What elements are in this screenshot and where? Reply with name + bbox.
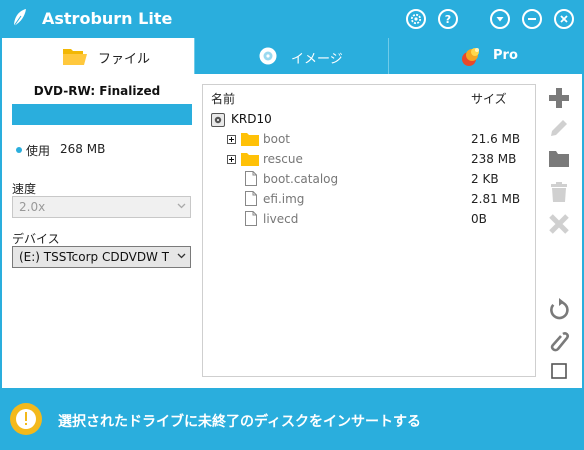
used-label: 使用 xyxy=(26,144,51,158)
title-bar: Astroburn Lite ? xyxy=(0,0,584,38)
expand-icon[interactable] xyxy=(227,135,236,144)
close-button[interactable] xyxy=(554,9,574,29)
folder-icon xyxy=(241,133,259,146)
file-icon xyxy=(245,211,257,226)
device-select[interactable]: (E:) TSSTcorp CDDVDW TS-U633J xyxy=(12,246,191,268)
file-icon xyxy=(245,191,257,206)
checkbox-icon[interactable] xyxy=(547,359,571,383)
item-size: 0B xyxy=(471,212,487,226)
folder-icon xyxy=(241,153,259,166)
app-window: Astroburn Lite ? ファイル イメージ Pro DVD-RW: F… xyxy=(0,0,584,450)
refresh-icon[interactable] xyxy=(547,298,571,322)
list-item[interactable]: boot.catalog 2 KB xyxy=(203,169,535,189)
delete-icon[interactable] xyxy=(547,180,571,204)
list-item[interactable]: rescue 238 MB xyxy=(203,149,535,169)
drive-icon xyxy=(211,113,225,127)
column-header-size[interactable]: サイズ xyxy=(471,90,507,107)
item-size: 2 KB xyxy=(471,172,499,186)
tab-bar: ファイル イメージ Pro xyxy=(2,38,582,74)
minimize-icon xyxy=(528,18,536,20)
item-size: 2.81 MB xyxy=(471,192,521,206)
root-name: KRD10 xyxy=(231,112,272,126)
tab-files-label: ファイル xyxy=(98,52,151,67)
new-folder-icon[interactable] xyxy=(547,147,571,171)
item-size: 21.6 MB xyxy=(471,132,521,146)
file-list[interactable]: 名前 サイズ KRD10 boot 21.6 MB rescue 238 MB … xyxy=(202,84,536,377)
gear-icon xyxy=(410,13,422,25)
item-name: efi.img xyxy=(263,192,305,206)
content-panel: DVD-RW: Finalized 使用 268 MB 速度 2.0x デバイス… xyxy=(2,74,582,388)
close-icon xyxy=(560,15,568,23)
list-item[interactable]: boot 21.6 MB xyxy=(203,129,535,149)
disc-icon xyxy=(259,47,277,65)
device-label: デバイス xyxy=(12,232,60,246)
chevron-down-icon xyxy=(177,253,186,259)
tab-pro-label: Pro xyxy=(493,48,518,63)
chevron-down-icon xyxy=(177,203,186,209)
item-name: rescue xyxy=(263,152,303,166)
tab-image[interactable]: イメージ xyxy=(194,38,388,74)
warning-icon-bar xyxy=(25,412,27,421)
used-value: 268 MB xyxy=(60,142,106,156)
settings-button[interactable] xyxy=(406,9,426,29)
add-icon[interactable] xyxy=(547,86,571,110)
item-name: boot.catalog xyxy=(263,172,339,186)
list-item[interactable]: livecd 0B xyxy=(203,209,535,229)
folder-icon xyxy=(63,49,87,65)
dropdown-menu-button[interactable] xyxy=(490,9,510,29)
used-legend-dot xyxy=(16,147,22,153)
file-icon xyxy=(245,171,257,186)
speed-select[interactable]: 2.0x xyxy=(12,196,191,218)
tab-files[interactable]: ファイル xyxy=(2,38,194,74)
expand-icon[interactable] xyxy=(227,155,236,164)
list-item-root[interactable]: KRD10 xyxy=(203,109,535,129)
feather-logo-icon xyxy=(13,9,26,27)
warning-icon xyxy=(10,403,42,435)
rocket-icon xyxy=(462,48,479,66)
status-message: 選択されたドライブに未終了のディスクをインサートする xyxy=(58,414,422,430)
warning-icon-dot xyxy=(25,423,27,425)
item-name: boot xyxy=(263,132,291,146)
rename-icon[interactable] xyxy=(547,116,571,140)
svg-text:?: ? xyxy=(445,13,451,26)
tab-pro[interactable]: Pro xyxy=(388,38,582,74)
speed-value: 2.0x xyxy=(19,200,46,214)
column-header-name[interactable]: 名前 xyxy=(211,90,235,107)
item-size: 238 MB xyxy=(471,152,517,166)
help-icon: ? xyxy=(445,13,451,26)
speed-label: 速度 xyxy=(12,182,37,196)
list-item[interactable]: efi.img 2.81 MB xyxy=(203,189,535,209)
status-footer: 選択されたドライブに未終了のディスクをインサートする xyxy=(0,388,584,450)
item-name: livecd xyxy=(263,212,299,226)
disc-status-title: DVD-RW: Finalized xyxy=(33,84,161,98)
minimize-button[interactable] xyxy=(522,9,542,29)
attach-icon[interactable] xyxy=(547,330,571,354)
tab-image-label: イメージ xyxy=(291,52,343,67)
app-title: Astroburn Lite xyxy=(42,9,173,28)
clear-icon[interactable] xyxy=(547,212,571,236)
caret-down-icon xyxy=(496,17,504,22)
device-value: (E:) TSSTcorp CDDVDW TS-U633J xyxy=(19,250,169,264)
help-button[interactable]: ? xyxy=(438,9,458,29)
warning-icon-inner xyxy=(16,409,36,429)
disc-usage-bar xyxy=(12,104,192,125)
